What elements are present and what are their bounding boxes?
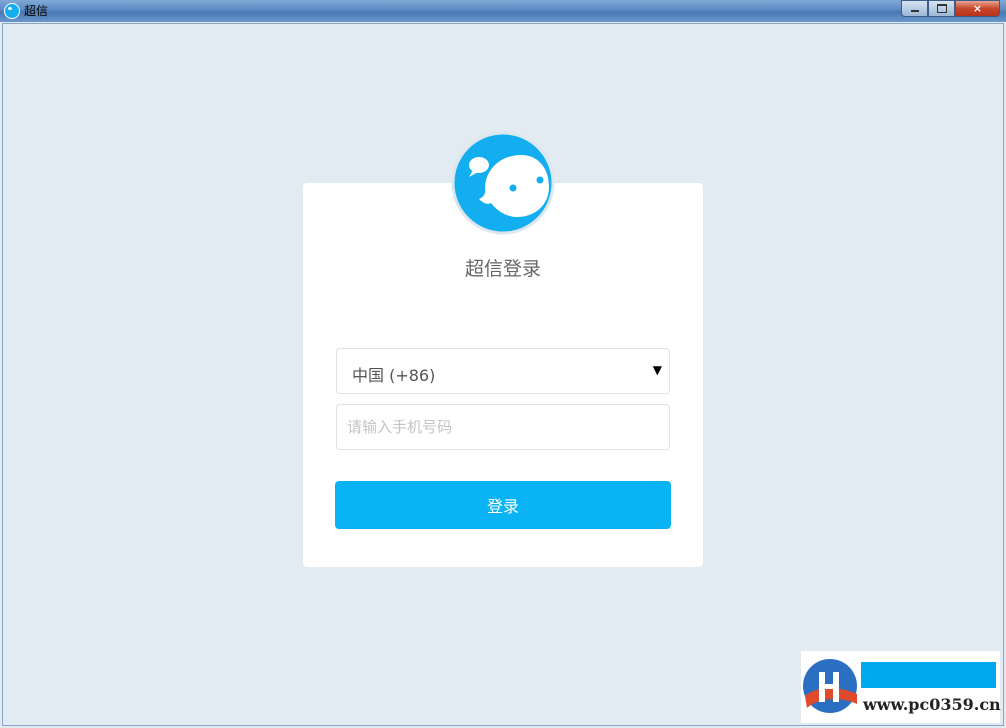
phone-number-input[interactable] xyxy=(336,404,670,450)
minimize-icon xyxy=(910,10,919,12)
watermark-logo xyxy=(803,659,857,713)
minimize-button[interactable] xyxy=(901,0,928,17)
login-button[interactable]: 登录 xyxy=(335,481,671,529)
window-title: 超信 xyxy=(24,4,49,18)
login-title: 超信登录 xyxy=(464,258,541,280)
watermark-url: www.pc0359.cn xyxy=(863,695,1001,714)
window-controls: × xyxy=(901,0,1000,17)
app-window: 超信 × 超信登录 中国 (+86) ▼ 登录 www.pc0359.cn xyxy=(0,0,1006,728)
app-icon xyxy=(4,3,20,19)
country-code-value: 中国 (+86) xyxy=(352,366,436,385)
watermark-banner xyxy=(861,662,996,688)
close-button[interactable]: × xyxy=(955,0,1000,17)
maximize-button[interactable] xyxy=(928,0,955,17)
title-bar[interactable]: 超信 × xyxy=(0,0,1006,22)
maximize-icon xyxy=(936,4,947,13)
chat-mascot-logo xyxy=(451,131,555,235)
country-code-select[interactable]: 中国 (+86) ▼ xyxy=(336,348,670,394)
watermark: www.pc0359.cn xyxy=(801,651,1001,723)
dropdown-arrow-icon: ▼ xyxy=(652,363,662,377)
